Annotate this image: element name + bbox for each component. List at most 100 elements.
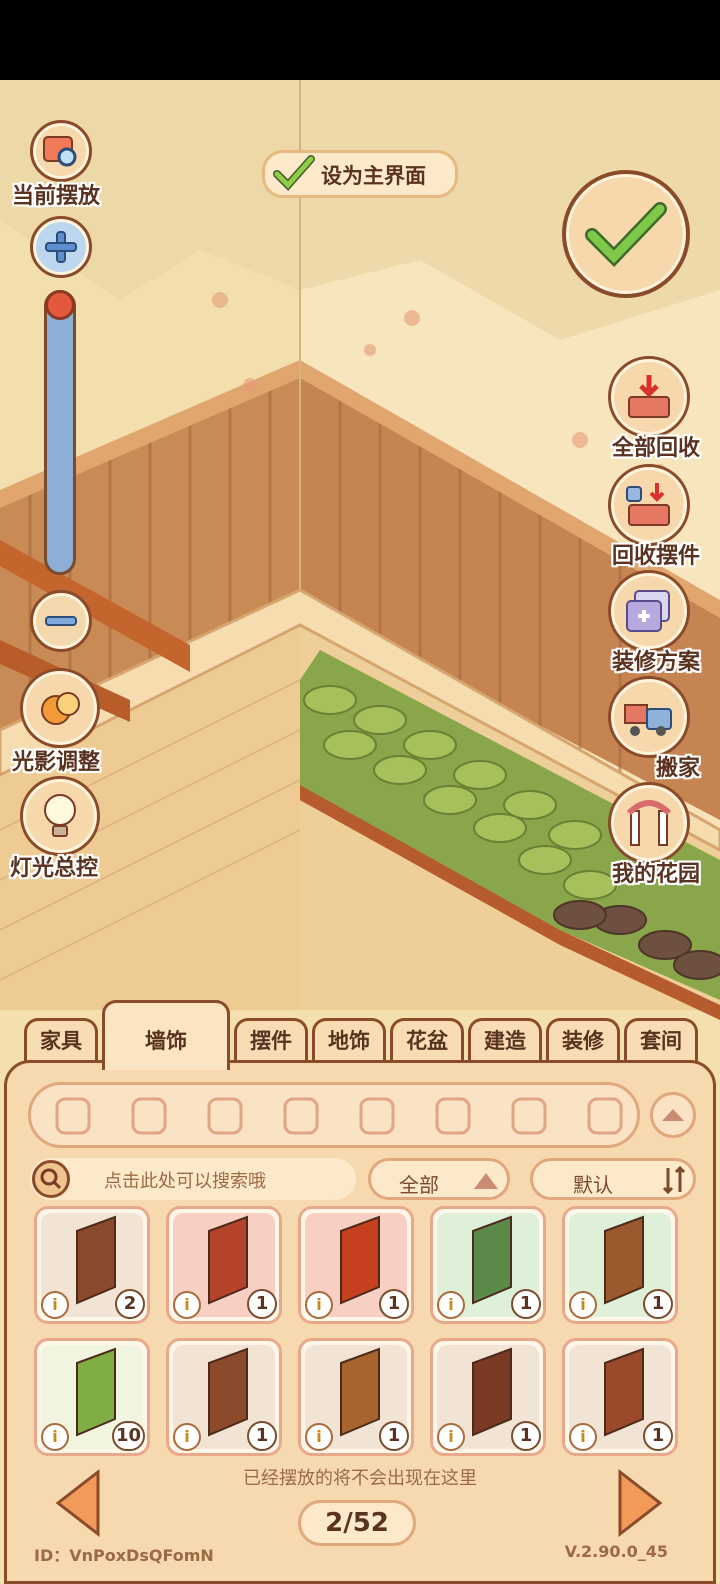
light-shadow-button[interactable] — [20, 668, 100, 748]
utensil-rack-icon[interactable] — [121, 1091, 177, 1141]
info-icon[interactable]: i — [437, 1291, 465, 1319]
item-count-badge: 1 — [643, 1289, 673, 1319]
light-shadow-label: 光影调整 — [12, 750, 101, 775]
item-count-badge: 1 — [247, 1421, 277, 1451]
wall-lamp-icon[interactable] — [273, 1091, 329, 1141]
item-count-badge: 2 — [115, 1289, 145, 1319]
box-recycle-icon — [628, 375, 670, 418]
hook-icon[interactable] — [45, 1091, 101, 1141]
next-page-arrow-icon[interactable] — [616, 1468, 666, 1538]
item-card[interactable]: i 10 — [34, 1338, 150, 1456]
item-count-badge: 1 — [379, 1289, 409, 1319]
right-menu-button-3[interactable] — [608, 570, 690, 652]
triangle-up-icon — [474, 1173, 498, 1189]
player-id: ID：VnPoxDsQFomN — [34, 1546, 214, 1565]
moving-truck-icon — [624, 704, 672, 736]
filter-label: 全部 — [399, 1173, 439, 1197]
right-menu-label-4: 搬家 — [655, 756, 700, 781]
search-box[interactable]: 点击此处可以搜索哦 — [30, 1158, 356, 1200]
notice-text: 已经摆放的将不会出现在这里 — [243, 1468, 477, 1489]
set-main-screen-toggle[interactable]: 设为主界面 — [262, 150, 458, 198]
zoom-slider-handle[interactable] — [45, 290, 75, 320]
paw-lamp-icon[interactable] — [501, 1091, 557, 1141]
current-placement-button[interactable] — [30, 120, 92, 182]
minus-icon — [45, 616, 77, 626]
garden-arch-icon — [626, 800, 672, 846]
magnifier-picture-icon — [43, 136, 77, 167]
item-count-badge: 1 — [247, 1289, 277, 1319]
confirm-check-icon — [585, 202, 667, 268]
info-icon[interactable]: i — [305, 1291, 333, 1319]
sun-moon-icon — [41, 692, 80, 725]
zoom-out-button[interactable] — [30, 590, 92, 652]
right-menu-button-2[interactable] — [608, 464, 690, 546]
sort-arrows-icon — [662, 1165, 686, 1195]
zoom-slider[interactable] — [44, 290, 76, 575]
subcategory-bar — [28, 1082, 640, 1148]
info-icon[interactable]: i — [41, 1423, 69, 1451]
light-control-button[interactable] — [20, 776, 100, 856]
page-indicator: 2/52 — [298, 1500, 416, 1546]
info-icon[interactable]: i — [569, 1423, 597, 1451]
right-menu-label-3: 装修方案 — [611, 650, 700, 675]
info-icon[interactable]: i — [173, 1423, 201, 1451]
info-icon[interactable]: i — [173, 1291, 201, 1319]
item-count-badge: 1 — [511, 1289, 541, 1319]
tab-3[interactable]: 摆件 — [234, 1018, 308, 1064]
shower-icon[interactable] — [197, 1091, 253, 1141]
info-icon[interactable]: i — [41, 1291, 69, 1319]
info-icon[interactable]: i — [305, 1423, 333, 1451]
item-count-badge: 10 — [111, 1421, 145, 1451]
filter-dropdown[interactable]: 全部 — [368, 1158, 510, 1200]
item-card[interactable]: i1 — [298, 1206, 414, 1324]
checkmark-icon — [273, 155, 315, 191]
info-icon[interactable]: i — [569, 1291, 597, 1319]
item-card[interactable]: i1 — [562, 1206, 678, 1324]
bubble-icon[interactable] — [349, 1091, 405, 1141]
right-menu-button-4[interactable] — [608, 676, 690, 758]
tab-2[interactable]: 墙饰 — [102, 1000, 230, 1070]
sort-dropdown[interactable]: 默认 — [530, 1158, 696, 1200]
item-count-badge: 1 — [379, 1421, 409, 1451]
confirm-button[interactable] — [562, 170, 690, 298]
box-cup-recycle-icon — [626, 483, 670, 526]
zoom-in-button[interactable] — [30, 216, 92, 278]
current-placement-label: 当前摆放 — [12, 184, 101, 209]
search-icon — [32, 1160, 70, 1198]
right-menu-button-5[interactable] — [608, 782, 690, 864]
light-control-label: 灯光总控 — [10, 856, 99, 881]
set-main-screen-label: 设为主界面 — [321, 164, 426, 188]
towel-icon[interactable] — [577, 1091, 633, 1141]
plan-cards-icon — [626, 590, 670, 632]
right-menu-button-1[interactable] — [608, 356, 690, 438]
status-bar — [0, 0, 720, 80]
item-card[interactable]: i1 — [430, 1338, 546, 1456]
item-card[interactable]: i2 — [34, 1206, 150, 1324]
app-version: V.2.90.0_45 — [564, 1542, 668, 1561]
info-icon[interactable]: i — [437, 1423, 465, 1451]
item-count-badge: 1 — [643, 1421, 673, 1451]
search-placeholder: 点击此处可以搜索哦 — [104, 1171, 266, 1192]
tab-4[interactable]: 地饰 — [312, 1018, 386, 1064]
right-menu-label-2: 回收摆件 — [611, 544, 700, 569]
right-menu-label-5: 我的花园 — [611, 862, 700, 887]
plus-icon — [45, 231, 77, 263]
right-menu-label-1: 全部回收 — [611, 436, 700, 461]
item-card[interactable]: i1 — [166, 1206, 282, 1324]
collapse-button[interactable] — [650, 1092, 696, 1138]
chevron-up-icon — [662, 1109, 684, 1121]
tab-5[interactable]: 花盆 — [390, 1018, 464, 1064]
item-card[interactable]: i1 — [166, 1338, 282, 1456]
prev-page-arrow-icon[interactable] — [52, 1468, 102, 1538]
sort-label: 默认 — [573, 1173, 613, 1197]
item-count-badge: 1 — [511, 1421, 541, 1451]
tab-6[interactable]: 建造 — [468, 1018, 542, 1064]
item-card[interactable]: i1 — [298, 1338, 414, 1456]
item-card[interactable]: i1 — [562, 1338, 678, 1456]
item-card[interactable]: i1 — [430, 1206, 546, 1324]
tab-1[interactable]: 家具 — [24, 1018, 98, 1064]
tab-8[interactable]: 套间 — [624, 1018, 698, 1064]
tab-7[interactable]: 装修 — [546, 1018, 620, 1064]
air-conditioner-icon[interactable] — [425, 1091, 481, 1141]
light-bulb-icon — [44, 794, 76, 837]
